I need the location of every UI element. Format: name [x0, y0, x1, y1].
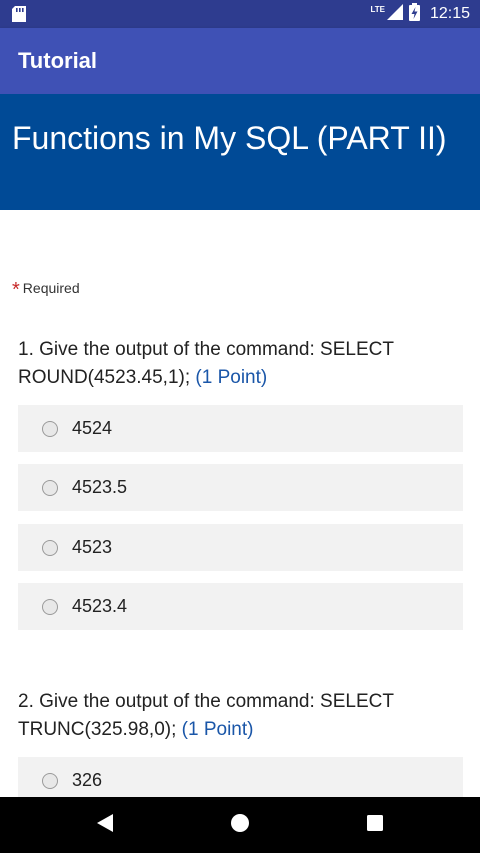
navigation-bar: [0, 797, 480, 853]
required-note: * Required: [12, 276, 80, 301]
recents-icon: [366, 814, 384, 837]
signal-icon: [386, 3, 403, 25]
required-asterisk: *: [12, 279, 20, 301]
status-bar: LTE 12:15: [0, 0, 480, 28]
question-1-option-1[interactable]: 4524: [18, 405, 463, 452]
required-label: Required: [22, 280, 80, 296]
option-label: 4524: [72, 418, 113, 438]
option-label: 4523.5: [72, 477, 128, 497]
question-1-points: (1 Point): [195, 367, 268, 388]
option-label: 326: [72, 770, 103, 790]
radio-button[interactable]: [42, 772, 58, 789]
form-header: Functions in My SQL (PART II): [0, 94, 480, 210]
app-title: Tutorial: [18, 48, 98, 73]
network-type: LTE: [370, 4, 385, 14]
radio-button[interactable]: [42, 420, 58, 437]
question-1-text: 1. Give the output of the command: SELEC…: [18, 336, 458, 392]
question-2-points: (1 Point): [181, 719, 254, 740]
radio-button[interactable]: [42, 539, 58, 556]
option-label: 4523: [72, 537, 113, 557]
back-button[interactable]: [75, 797, 135, 853]
form-title: Functions in My SQL (PART II): [12, 120, 447, 156]
sd-card-icon: [12, 6, 26, 27]
home-icon: [230, 813, 250, 838]
recents-button[interactable]: [345, 797, 405, 853]
radio-button[interactable]: [42, 598, 58, 615]
status-icons: LTE 12:15: [370, 0, 470, 28]
clock: 12:15: [429, 5, 470, 22]
option-label: 4523.4: [72, 596, 128, 616]
app-bar: Tutorial: [0, 28, 480, 94]
question-1-option-4[interactable]: 4523.4: [18, 583, 463, 630]
battery-charging-icon: [408, 2, 420, 26]
radio-button[interactable]: [42, 479, 58, 496]
question-1-option-3[interactable]: 4523: [18, 524, 463, 571]
back-icon: [96, 813, 114, 838]
home-button[interactable]: [210, 797, 270, 853]
question-2-text: 2. Give the output of the command: SELEC…: [18, 688, 458, 744]
question-1-option-2[interactable]: 4523.5: [18, 464, 463, 511]
